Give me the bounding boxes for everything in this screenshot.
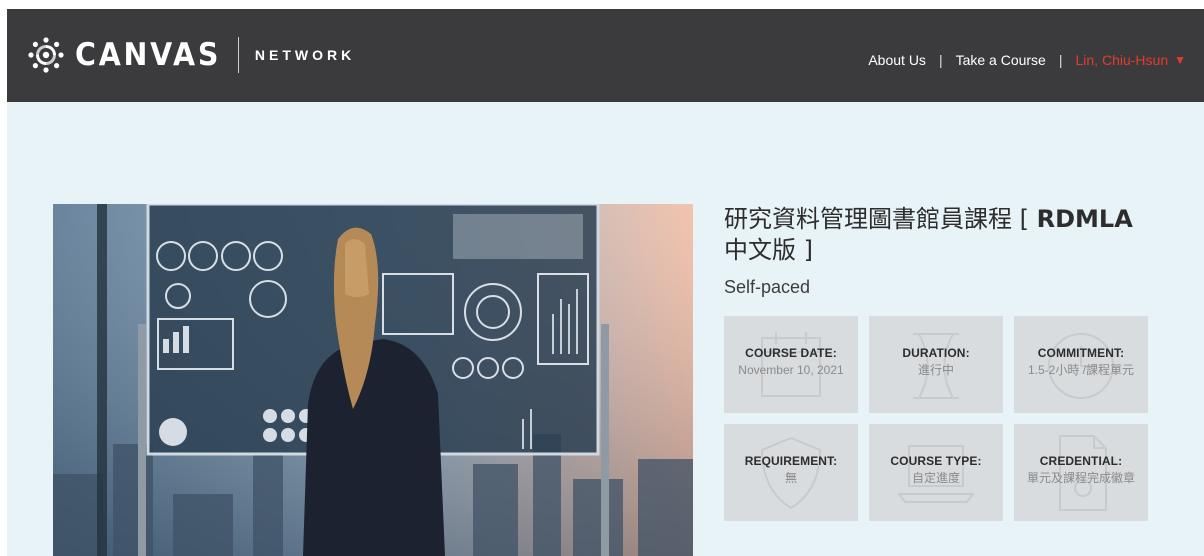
nav-separator: | bbox=[938, 52, 943, 68]
canvas-logo-icon bbox=[28, 37, 64, 73]
info-card-commitment: COMMITMENT: 1.5-2小時 /課程單元 bbox=[1014, 316, 1148, 413]
course-info-grid: COURSE DATE: November 10, 2021 DURATION:… bbox=[724, 316, 1150, 524]
card-label: REQUIREMENT: bbox=[744, 454, 838, 468]
top-nav: About Us | Take a Course | Lin, Chiu-Hsu… bbox=[868, 52, 1186, 68]
card-label: COMMITMENT: bbox=[1037, 346, 1125, 360]
nav-separator: | bbox=[1058, 52, 1063, 68]
info-card-requirement: REQUIREMENT: 無 bbox=[724, 424, 858, 521]
card-value: 單元及課程完成徽章 bbox=[1026, 471, 1135, 485]
course-title-prefix: 研究資料管理圖書館員課程 [ bbox=[724, 205, 1037, 233]
info-card-credential: CREDENTIAL: 單元及課程完成徽章 bbox=[1014, 424, 1148, 521]
card-label: COURSE DATE: bbox=[745, 346, 837, 360]
logo-divider bbox=[237, 37, 239, 73]
caret-down-icon[interactable]: ▼ bbox=[1174, 53, 1186, 67]
info-card-course-date: COURSE DATE: November 10, 2021 bbox=[724, 316, 858, 413]
card-value: 無 bbox=[784, 471, 797, 485]
course-title-bold: RDMLA bbox=[1036, 205, 1133, 233]
course-title-suffix: 中文版 ] bbox=[724, 236, 813, 264]
nav-about-us[interactable]: About Us bbox=[868, 52, 926, 68]
course-hero-image bbox=[53, 204, 693, 556]
card-value: November 10, 2021 bbox=[738, 363, 844, 377]
info-card-course-type: COURSE TYPE: 自定進度 bbox=[869, 424, 1003, 521]
top-navbar: CANVAS NETWORK About Us | Take a Course … bbox=[7, 9, 1204, 102]
card-value: 1.5-2小時 /課程單元 bbox=[1027, 363, 1135, 377]
card-label: COURSE TYPE: bbox=[890, 454, 982, 468]
course-pace: Self-paced bbox=[724, 277, 811, 297]
card-value: 自定進度 bbox=[911, 471, 960, 485]
brand-name: CANVAS bbox=[75, 37, 222, 73]
brand-sub: NETWORK bbox=[254, 47, 356, 63]
user-menu[interactable]: Lin, Chiu-Hsun bbox=[1076, 52, 1169, 68]
card-label: DURATION: bbox=[902, 346, 970, 360]
card-label: CREDENTIAL: bbox=[1039, 454, 1123, 468]
card-value: 進行中 bbox=[917, 363, 954, 377]
canvas-network-logo[interactable]: CANVAS NETWORK bbox=[27, 35, 355, 75]
nav-take-a-course[interactable]: Take a Course bbox=[956, 52, 1046, 68]
info-card-duration: DURATION: 進行中 bbox=[869, 316, 1003, 413]
course-title: 研究資料管理圖書館員課程 [ RDMLA 中文版 ] bbox=[724, 204, 1164, 266]
